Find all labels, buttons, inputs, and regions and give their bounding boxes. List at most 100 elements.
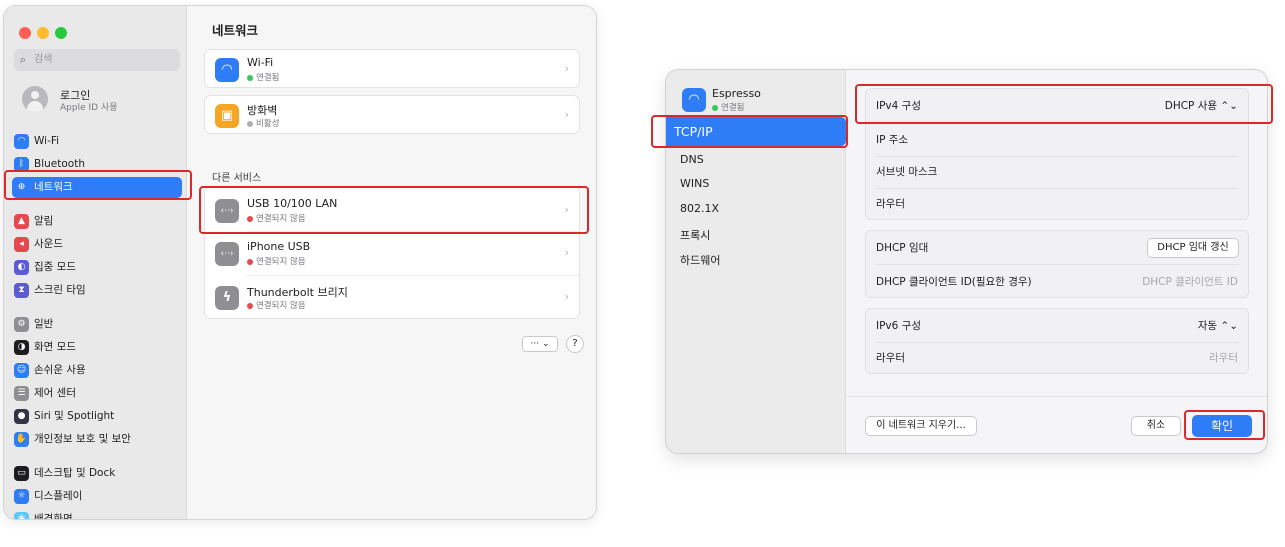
dhcp-lease-label: DHCP 임대 — [876, 242, 929, 254]
dhcp-client-id-input[interactable]: DHCP 클라이언트 ID — [1142, 265, 1238, 299]
speaker-icon: ◂ — [14, 237, 29, 252]
tab-dns[interactable]: DNS — [680, 153, 704, 166]
sidebar-item-label: 스크린 타임 — [34, 284, 86, 296]
sidebar-item-9[interactable]: ☺ 손쉬운 사용 — [12, 360, 182, 381]
sidebar-item-6[interactable]: ⧗ 스크린 타임 — [12, 280, 182, 301]
ipv6-router-label: 라우터 — [876, 352, 905, 364]
service-row-firewall[interactable]: ▣ 방화벽 비활성 › — [205, 94, 579, 137]
ipv4-config-select[interactable]: DHCP 사용 ⌃⌄ — [1165, 89, 1238, 123]
firewall-icon: ▣ — [215, 104, 239, 128]
sidebar-item-label: 화면 모드 — [34, 341, 76, 353]
cancel-button[interactable]: 취소 — [1131, 416, 1181, 436]
ipv6-router-value: 라우터 — [1209, 352, 1238, 364]
search-input[interactable]: ⌕ 검색 — [14, 49, 180, 71]
service-status: 연결됨 — [247, 71, 279, 83]
system-settings-window: ⌕ 검색 로그인 Apple ID 사용 ◠ Wi-Fi ᛒ Bluetooth ⊕ 네트… — [4, 6, 596, 519]
wallpaper-icon: ❀ — [14, 512, 29, 519]
sidebar-item-label: Wi-Fi — [34, 135, 60, 147]
service-status: 연결되지 않음 — [247, 299, 306, 311]
sidebar-item-label: Bluetooth — [34, 158, 85, 170]
sidebar-item-label: 사운드 — [34, 238, 63, 250]
appearance-icon: ◑ — [14, 340, 29, 355]
zoom-window-button[interactable] — [55, 27, 67, 39]
sidebar-item-8[interactable]: ◑ 화면 모드 — [12, 337, 182, 358]
moon-icon: ◐ — [14, 260, 29, 275]
tab-8021x[interactable]: 802.1X — [680, 202, 719, 215]
service-title: USB 10/100 LAN — [247, 197, 338, 210]
ethernet-icon: ‹··› — [215, 242, 239, 266]
sidebar-item-15[interactable]: ❀ 배경화면 — [12, 509, 182, 519]
wifi-icon: ◠ — [215, 58, 239, 82]
ipv6-group: IPv6 구성 자동 ⌃⌄ 라우터 라우터 — [865, 308, 1249, 374]
sidebar-item-label: Siri 및 Spotlight — [34, 410, 115, 422]
sidebar-item-7[interactable]: ⚙ 일반 — [12, 314, 182, 335]
ipv4-config-row: IPv4 구성 DHCP 사용 ⌃⌄ — [866, 89, 1248, 123]
ipv4-group: IPv4 구성 DHCP 사용 ⌃⌄ IP 주소 서브넷 마스크 라우터 — [865, 88, 1249, 220]
forget-network-button[interactable]: 이 네트워크 지우기... — [865, 416, 977, 436]
sidebar-item-label: 개인정보 보호 및 보안 — [34, 433, 131, 445]
service-name: Espresso — [712, 87, 761, 100]
network-detail-sheet: ◠ Espresso 연결됨 TCP/IP DNS WINS 802.1X 프록… — [666, 70, 1267, 453]
sidebar-item-label: 알림 — [34, 215, 54, 227]
tab-wins[interactable]: WINS — [680, 177, 709, 190]
settings-sidebar: ⌕ 검색 로그인 Apple ID 사용 ◠ Wi-Fi ᛒ Bluetooth ⊕ 네트… — [4, 6, 187, 519]
thunderbolt-icon: ϟ — [215, 286, 239, 310]
sidebar-item-10[interactable]: ☰ 제어 센터 — [12, 383, 182, 404]
service-status: 비활성 — [247, 117, 279, 129]
dock-icon: ▭ — [14, 466, 29, 481]
sidebar-item-14[interactable]: ☼ 디스플레이 — [12, 486, 182, 507]
minimize-window-button[interactable] — [37, 27, 49, 39]
page-title: 네트워크 — [212, 23, 259, 38]
ipv6-router-row: 라우터 라우터 — [866, 341, 1248, 375]
ipv4-config-label: IPv4 구성 — [876, 100, 921, 112]
subnet-mask-label: 서브넷 마스크 — [876, 166, 938, 178]
sidebar-item-11[interactable]: ● Siri 및 Spotlight — [12, 406, 182, 427]
tab-proxy[interactable]: 프록시 — [680, 227, 710, 243]
sidebar-item-3[interactable]: ▲ 알림 — [12, 211, 182, 232]
dhcp-lease-row: DHCP 임대 DHCP 임대 갱신 — [866, 231, 1248, 265]
bluetooth-icon: ᛒ — [14, 157, 29, 172]
detail-sidebar: ◠ Espresso 연결됨 TCP/IP DNS WINS 802.1X 프록… — [666, 70, 846, 453]
tab-hardware[interactable]: 하드웨어 — [680, 252, 720, 268]
more-actions-button[interactable]: ··· ⌄ — [522, 336, 558, 352]
service-title: Wi-Fi — [247, 56, 274, 69]
help-button[interactable]: ? — [566, 335, 584, 353]
wifi-card: ◠ Wi-Fi 연결됨 › — [204, 49, 580, 88]
dhcp-group: DHCP 임대 DHCP 임대 갱신 DHCP 클라이언트 ID(필요한 경우)… — [865, 230, 1249, 298]
service-status: 연결됨 — [712, 101, 744, 113]
ok-button[interactable]: 확인 — [1192, 415, 1252, 437]
bell-icon: ▲ — [14, 214, 29, 229]
chevron-right-icon: › — [564, 62, 569, 75]
account-subtitle: Apple ID 사용 — [60, 103, 118, 113]
service-row-usb-lan[interactable]: ‹··› USB 10/100 LAN 연결되지 않음 › — [205, 189, 579, 232]
service-row-thunderbolt[interactable]: ϟ Thunderbolt 브리지 연결되지 않음 › — [205, 276, 579, 319]
gear-icon: ⚙ — [14, 317, 29, 332]
sidebar-item-5[interactable]: ◐ 집중 모드 — [12, 257, 182, 278]
sidebar-item-12[interactable]: ✋ 개인정보 보호 및 보안 — [12, 429, 182, 450]
sidebar-item-1[interactable]: ᛒ Bluetooth — [12, 154, 182, 175]
other-services-card: ‹··› USB 10/100 LAN 연결되지 않음 › ‹··› iPhon… — [204, 186, 580, 319]
status-dot — [247, 258, 253, 265]
sidebar-item-2[interactable]: ⊕ 네트워크 — [12, 177, 182, 198]
display-icon: ☼ — [14, 489, 29, 504]
ipv6-config-row: IPv6 구성 자동 ⌃⌄ — [866, 309, 1248, 343]
subnet-mask-row: 서브넷 마스크 — [866, 155, 1248, 189]
ipv6-config-select[interactable]: 자동 ⌃⌄ — [1198, 309, 1238, 343]
chevron-right-icon: › — [564, 290, 569, 303]
renew-dhcp-lease-button[interactable]: DHCP 임대 갱신 — [1147, 238, 1239, 258]
service-row-iphone-usb[interactable]: ‹··› iPhone USB 연결되지 않음 › — [205, 232, 579, 275]
ipv6-config-label: IPv6 구성 — [876, 320, 921, 332]
sidebar-item-label: 네트워크 — [34, 181, 73, 193]
sidebar-item-0[interactable]: ◠ Wi-Fi — [12, 131, 182, 152]
close-window-button[interactable] — [19, 27, 31, 39]
dhcp-client-id-row: DHCP 클라이언트 ID(필요한 경우) DHCP 클라이언트 ID — [866, 265, 1248, 299]
sidebar-item-4[interactable]: ◂ 사운드 — [12, 234, 182, 255]
chevron-right-icon: › — [564, 246, 569, 259]
hand-icon: ✋ — [14, 432, 29, 447]
service-row-wifi[interactable]: ◠ Wi-Fi 연결됨 › — [205, 48, 579, 91]
globe-icon: ⊕ — [14, 180, 29, 195]
router-row: 라우터 — [866, 187, 1248, 221]
sidebar-item-label: 제어 센터 — [34, 387, 76, 399]
sidebar-item-label: 디스플레이 — [34, 490, 83, 502]
sidebar-item-13[interactable]: ▭ 데스크탑 및 Dock — [12, 463, 182, 484]
